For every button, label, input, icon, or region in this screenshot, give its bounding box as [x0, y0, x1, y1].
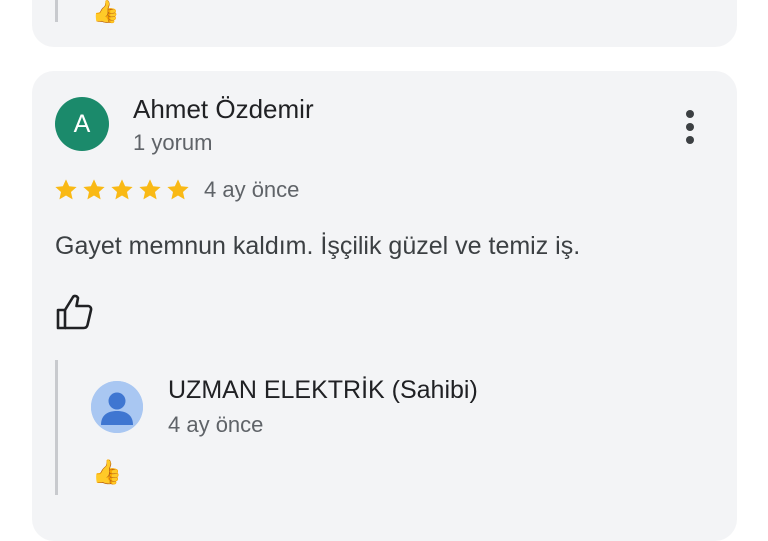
reply-divider — [55, 0, 58, 22]
reviewer-name[interactable]: Ahmet Özdemir — [133, 94, 314, 124]
more-vert-icon-dot — [686, 136, 694, 144]
more-vert-icon — [686, 110, 694, 118]
owner-name: UZMAN ELEKTRİK (Sahibi) — [168, 376, 478, 404]
star-icon — [139, 179, 161, 200]
star-icon — [167, 179, 189, 200]
owner-reply-date: 4 ay önce — [168, 412, 264, 437]
star-icon — [55, 179, 77, 200]
avatar-initial: A — [73, 109, 91, 138]
review-date: 4 ay önce — [204, 177, 300, 202]
star-rating — [53, 177, 191, 203]
person-icon — [91, 381, 143, 433]
thumbs-up-reaction-icon[interactable]: 👍 — [92, 459, 122, 487]
star-icon — [111, 179, 133, 200]
review-text: Gayet memnun kaldım. İşçilik güzel ve te… — [55, 232, 581, 260]
reply-divider — [55, 360, 58, 495]
reviewer-avatar[interactable]: A — [55, 97, 109, 151]
thumbs-up-outline-icon — [56, 294, 93, 330]
more-options-button[interactable] — [672, 107, 708, 147]
thumbs-up-reaction-icon[interactable]: 👍 — [92, 0, 119, 24]
reviewer-review-count: 1 yorum — [133, 130, 213, 155]
previous-review-card: 👍 — [32, 0, 737, 47]
owner-avatar[interactable] — [91, 381, 143, 433]
review-card: A Ahmet Özdemir 1 yorum 4 ay önce Gayet … — [32, 71, 737, 541]
more-vert-icon-dot — [686, 123, 694, 131]
like-button[interactable] — [54, 291, 96, 333]
star-icon — [83, 179, 105, 200]
